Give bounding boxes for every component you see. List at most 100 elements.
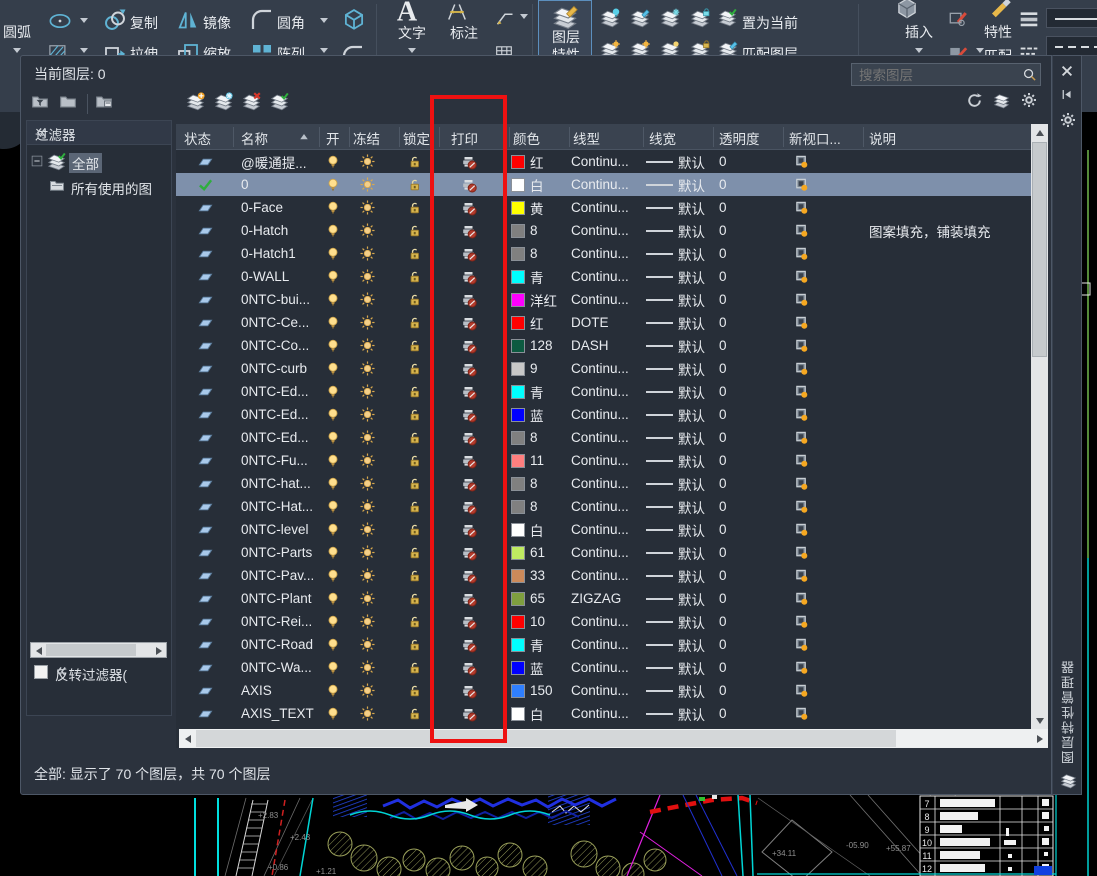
layer-transparency[interactable]: 0	[719, 587, 759, 610]
layer-row[interactable]: AXIS_TEXT 白 Continu... 默认 0	[176, 702, 1031, 725]
layer-linetype[interactable]: Continu...	[571, 518, 643, 541]
layer-plot-toggle[interactable]	[461, 334, 479, 357]
layer-lock-toggle[interactable]	[408, 656, 426, 679]
layer-plot-toggle[interactable]	[461, 472, 479, 495]
insert-caret[interactable]	[915, 48, 923, 53]
col-color[interactable]: 颜色	[513, 128, 540, 148]
layer-transparency[interactable]: 0	[719, 426, 759, 449]
layer-freeze-toggle[interactable]	[360, 219, 378, 242]
copy-icon[interactable]	[103, 8, 127, 32]
set-current-layer-button[interactable]	[270, 92, 294, 116]
layer-lock-toggle[interactable]	[408, 564, 426, 587]
layer-name[interactable]: 0-Face	[241, 196, 321, 219]
layer-linetype[interactable]: Continu...	[571, 633, 643, 656]
layer-plot-toggle[interactable]	[461, 173, 479, 196]
layer-freeze-toggle[interactable]	[360, 564, 378, 587]
layer-name[interactable]: 0-Hatch	[241, 219, 321, 242]
layer-name[interactable]: 0NTC-Rei...	[241, 610, 321, 633]
ribbon-insert-button[interactable]: 插入	[905, 22, 933, 42]
layer-lineweight[interactable]: 默认	[646, 173, 716, 196]
layer-plot-toggle[interactable]	[461, 311, 479, 334]
layer-on-toggle[interactable]	[326, 472, 344, 495]
layer-isolate-icon[interactable]	[630, 8, 650, 28]
layer-freeze-toggle[interactable]	[360, 587, 378, 610]
layer-linetype[interactable]: Continu...	[571, 380, 643, 403]
filter-h-scrollbar[interactable]	[30, 642, 167, 658]
layer-on-toggle[interactable]	[326, 380, 344, 403]
layer-lock-toggle[interactable]	[408, 587, 426, 610]
layer-new-vp-freeze-toggle[interactable]	[794, 311, 812, 334]
layer-color[interactable]: 白	[511, 173, 567, 196]
layer-color[interactable]: 蓝	[511, 656, 567, 679]
layer-new-vp-freeze-toggle[interactable]	[794, 426, 812, 449]
layer-new-vp-freeze-toggle[interactable]	[794, 357, 812, 380]
layer-lineweight[interactable]: 默认	[646, 288, 716, 311]
layer-plot-toggle[interactable]	[461, 196, 479, 219]
layer-lineweight[interactable]: 默认	[646, 587, 716, 610]
search-layer-input[interactable]	[857, 65, 1017, 86]
layer-row[interactable]: 0-Hatch 8 Continu... 默认 0 图案填充，铺装填充	[176, 219, 1031, 242]
col-on[interactable]: 开	[326, 128, 340, 148]
new-group-filter-button[interactable]	[59, 92, 83, 116]
layer-name[interactable]: 0-Hatch1	[241, 242, 321, 265]
layer-color[interactable]: 9	[511, 357, 567, 380]
layer-transparency[interactable]: 0	[719, 311, 759, 334]
layer-name[interactable]: 0NTC-Plant	[241, 587, 321, 610]
layer-new-vp-freeze-toggle[interactable]	[794, 265, 812, 288]
layer-name[interactable]: 0-WALL	[241, 265, 321, 288]
layer-new-vp-freeze-toggle[interactable]	[794, 702, 812, 725]
layer-lock-toggle[interactable]	[408, 702, 426, 725]
leader-icon[interactable]	[494, 8, 516, 28]
layer-on-toggle[interactable]	[326, 518, 344, 541]
layer-on-toggle[interactable]	[326, 656, 344, 679]
leader-caret[interactable]	[520, 14, 528, 19]
layer-on-toggle[interactable]	[326, 541, 344, 564]
layer-freeze-toggle[interactable]	[360, 679, 378, 702]
layer-lock-toggle[interactable]	[408, 334, 426, 357]
layer-plot-toggle[interactable]	[461, 656, 479, 679]
layer-on-toggle[interactable]	[326, 679, 344, 702]
layer-row[interactable]: 0-WALL 青 Continu... 默认 0	[176, 265, 1031, 288]
layer-row[interactable]: @暖通提... 红 Continu... 默认 0	[176, 150, 1031, 173]
layer-plot-toggle[interactable]	[461, 495, 479, 518]
layer-new-vp-freeze-toggle[interactable]	[794, 564, 812, 587]
layer-name[interactable]: 0NTC-Parts	[241, 541, 321, 564]
layer-name[interactable]: 0NTC-Road	[241, 633, 321, 656]
layer-freeze-toggle[interactable]	[360, 242, 378, 265]
layer-freeze-toggle[interactable]	[360, 334, 378, 357]
layer-on-toggle[interactable]	[326, 357, 344, 380]
layer-freeze-toggle[interactable]	[360, 426, 378, 449]
match-properties-icon[interactable]	[988, 0, 1014, 18]
layer-transparency[interactable]: 0	[719, 702, 759, 725]
close-icon[interactable]	[1060, 64, 1076, 80]
layer-lock-toggle[interactable]	[408, 311, 426, 334]
layer-row[interactable]: 0NTC-Ed... 青 Continu... 默认 0	[176, 380, 1031, 403]
layer-row[interactable]: 0NTC-curb 9 Continu... 默认 0	[176, 357, 1031, 380]
layer-on-toggle[interactable]	[326, 426, 344, 449]
layer-lineweight[interactable]: 默认	[646, 610, 716, 633]
layer-linetype[interactable]: Continu...	[571, 564, 643, 587]
layer-lock-icon[interactable]	[690, 8, 710, 28]
layer-color[interactable]: 青	[511, 380, 567, 403]
layer-color[interactable]: 黄	[511, 196, 567, 219]
table-v-scrollbar[interactable]	[1031, 124, 1048, 729]
layer-lock-toggle[interactable]	[408, 380, 426, 403]
layer-plot-toggle[interactable]	[461, 242, 479, 265]
layer-lineweight[interactable]: 默认	[646, 311, 716, 334]
fillet-icon[interactable]	[250, 8, 274, 32]
col-freeze[interactable]: 冻结	[353, 128, 380, 148]
layer-new-vp-freeze-toggle[interactable]	[794, 334, 812, 357]
collapse-filter-panel-icon[interactable]	[35, 126, 165, 139]
layer-on-toggle[interactable]	[326, 610, 344, 633]
ribbon-text-button[interactable]: 文字	[398, 23, 426, 43]
table-h-scrollbar[interactable]	[179, 729, 1048, 748]
layer-row[interactable]: 0NTC-bui... 洋红 Continu... 默认 0	[176, 288, 1031, 311]
layer-new-vp-freeze-toggle[interactable]	[794, 633, 812, 656]
layer-color[interactable]: 青	[511, 265, 567, 288]
layer-freeze-toggle[interactable]	[360, 380, 378, 403]
layer-on-toggle[interactable]	[326, 196, 344, 219]
layer-transparency[interactable]: 0	[719, 150, 759, 173]
layer-row[interactable]: 0 白 Continu... 默认 0	[176, 173, 1031, 196]
layer-new-vp-freeze-toggle[interactable]	[794, 541, 812, 564]
layer-on-toggle[interactable]	[326, 587, 344, 610]
